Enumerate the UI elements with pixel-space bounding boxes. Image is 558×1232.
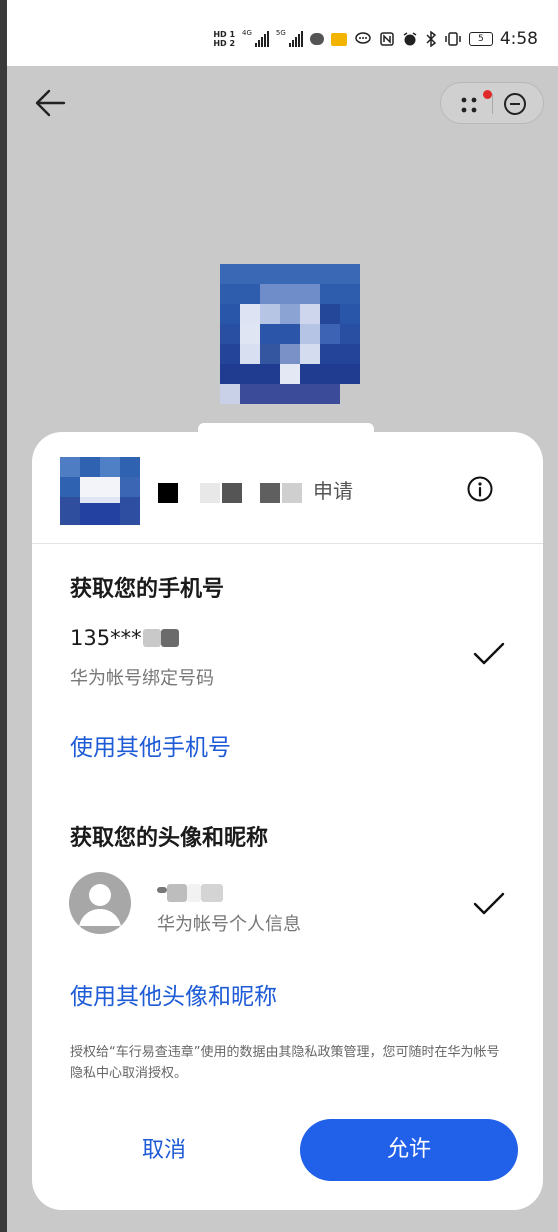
alarm-icon bbox=[403, 32, 417, 46]
minus-circle-icon[interactable] bbox=[503, 92, 527, 116]
signal-icon bbox=[254, 31, 269, 47]
network-type-2: 5G bbox=[275, 29, 286, 37]
apply-text: 申请 bbox=[313, 479, 353, 503]
privacy-notice: 授权给“车行易查违章”使用的数据由其隐私政策管理，您可随时在华为帐号隐私中心取消… bbox=[70, 1045, 500, 1081]
phone-number-prefix: 135*** bbox=[70, 626, 142, 650]
chat-icon bbox=[355, 32, 371, 44]
bluetooth-icon bbox=[426, 31, 436, 47]
profile-section-title: 获取您的头像和昵称 bbox=[70, 826, 269, 851]
sheet-header: 申请 bbox=[32, 432, 543, 544]
use-other-phone-link[interactable]: 使用其他手机号 bbox=[70, 728, 231, 762]
use-other-profile-link[interactable]: 使用其他头像和昵称 bbox=[70, 977, 277, 1011]
app-icon-pixelated bbox=[60, 457, 140, 525]
phone-blur-2 bbox=[160, 629, 179, 647]
check-icon[interactable] bbox=[472, 640, 506, 668]
notification-dot bbox=[483, 90, 492, 99]
battery-icon: 5 bbox=[468, 32, 493, 46]
app-logo-pixelated bbox=[220, 264, 360, 404]
phone-source: 华为帐号绑定号码 bbox=[70, 668, 214, 689]
default-avatar-icon bbox=[79, 884, 121, 926]
nfc-icon bbox=[380, 32, 394, 46]
phone-number: 135*** bbox=[70, 626, 179, 650]
capsule-divider bbox=[492, 94, 493, 114]
masked-app-name bbox=[158, 483, 304, 503]
profile-source: 华为帐号个人信息 bbox=[157, 914, 301, 935]
signal-icon-2 bbox=[288, 31, 303, 47]
left-edge-bar bbox=[0, 0, 7, 1232]
cancel-button[interactable]: 取消 bbox=[90, 1120, 238, 1182]
avatar[interactable] bbox=[69, 872, 131, 934]
network-type-1: 4G bbox=[242, 29, 252, 37]
message-icon bbox=[309, 33, 324, 45]
more-dots-icon[interactable] bbox=[459, 95, 481, 115]
mail-icon bbox=[330, 32, 347, 46]
masked-nickname bbox=[157, 884, 223, 902]
phone-blur-1 bbox=[142, 629, 161, 647]
check-icon[interactable] bbox=[472, 890, 506, 918]
allow-button[interactable]: 允许 bbox=[300, 1119, 518, 1181]
mini-program-capsule bbox=[440, 82, 544, 124]
vibrate-icon bbox=[445, 32, 461, 46]
arrow-left-icon[interactable] bbox=[32, 85, 68, 121]
phone-section-title: 获取您的手机号 bbox=[70, 577, 225, 602]
status-bar: HD 1 HD 2 4G 5G 5 4:58 bbox=[7, 0, 558, 66]
authorization-sheet: 申请 获取您的手机号 135*** 华为帐号绑定号码 使用其他手机号 获取您的头… bbox=[32, 432, 543, 1210]
clock: 4:58 bbox=[499, 29, 538, 49]
hd-indicator: HD 1 HD 2 bbox=[213, 30, 236, 48]
info-icon[interactable] bbox=[466, 475, 494, 503]
